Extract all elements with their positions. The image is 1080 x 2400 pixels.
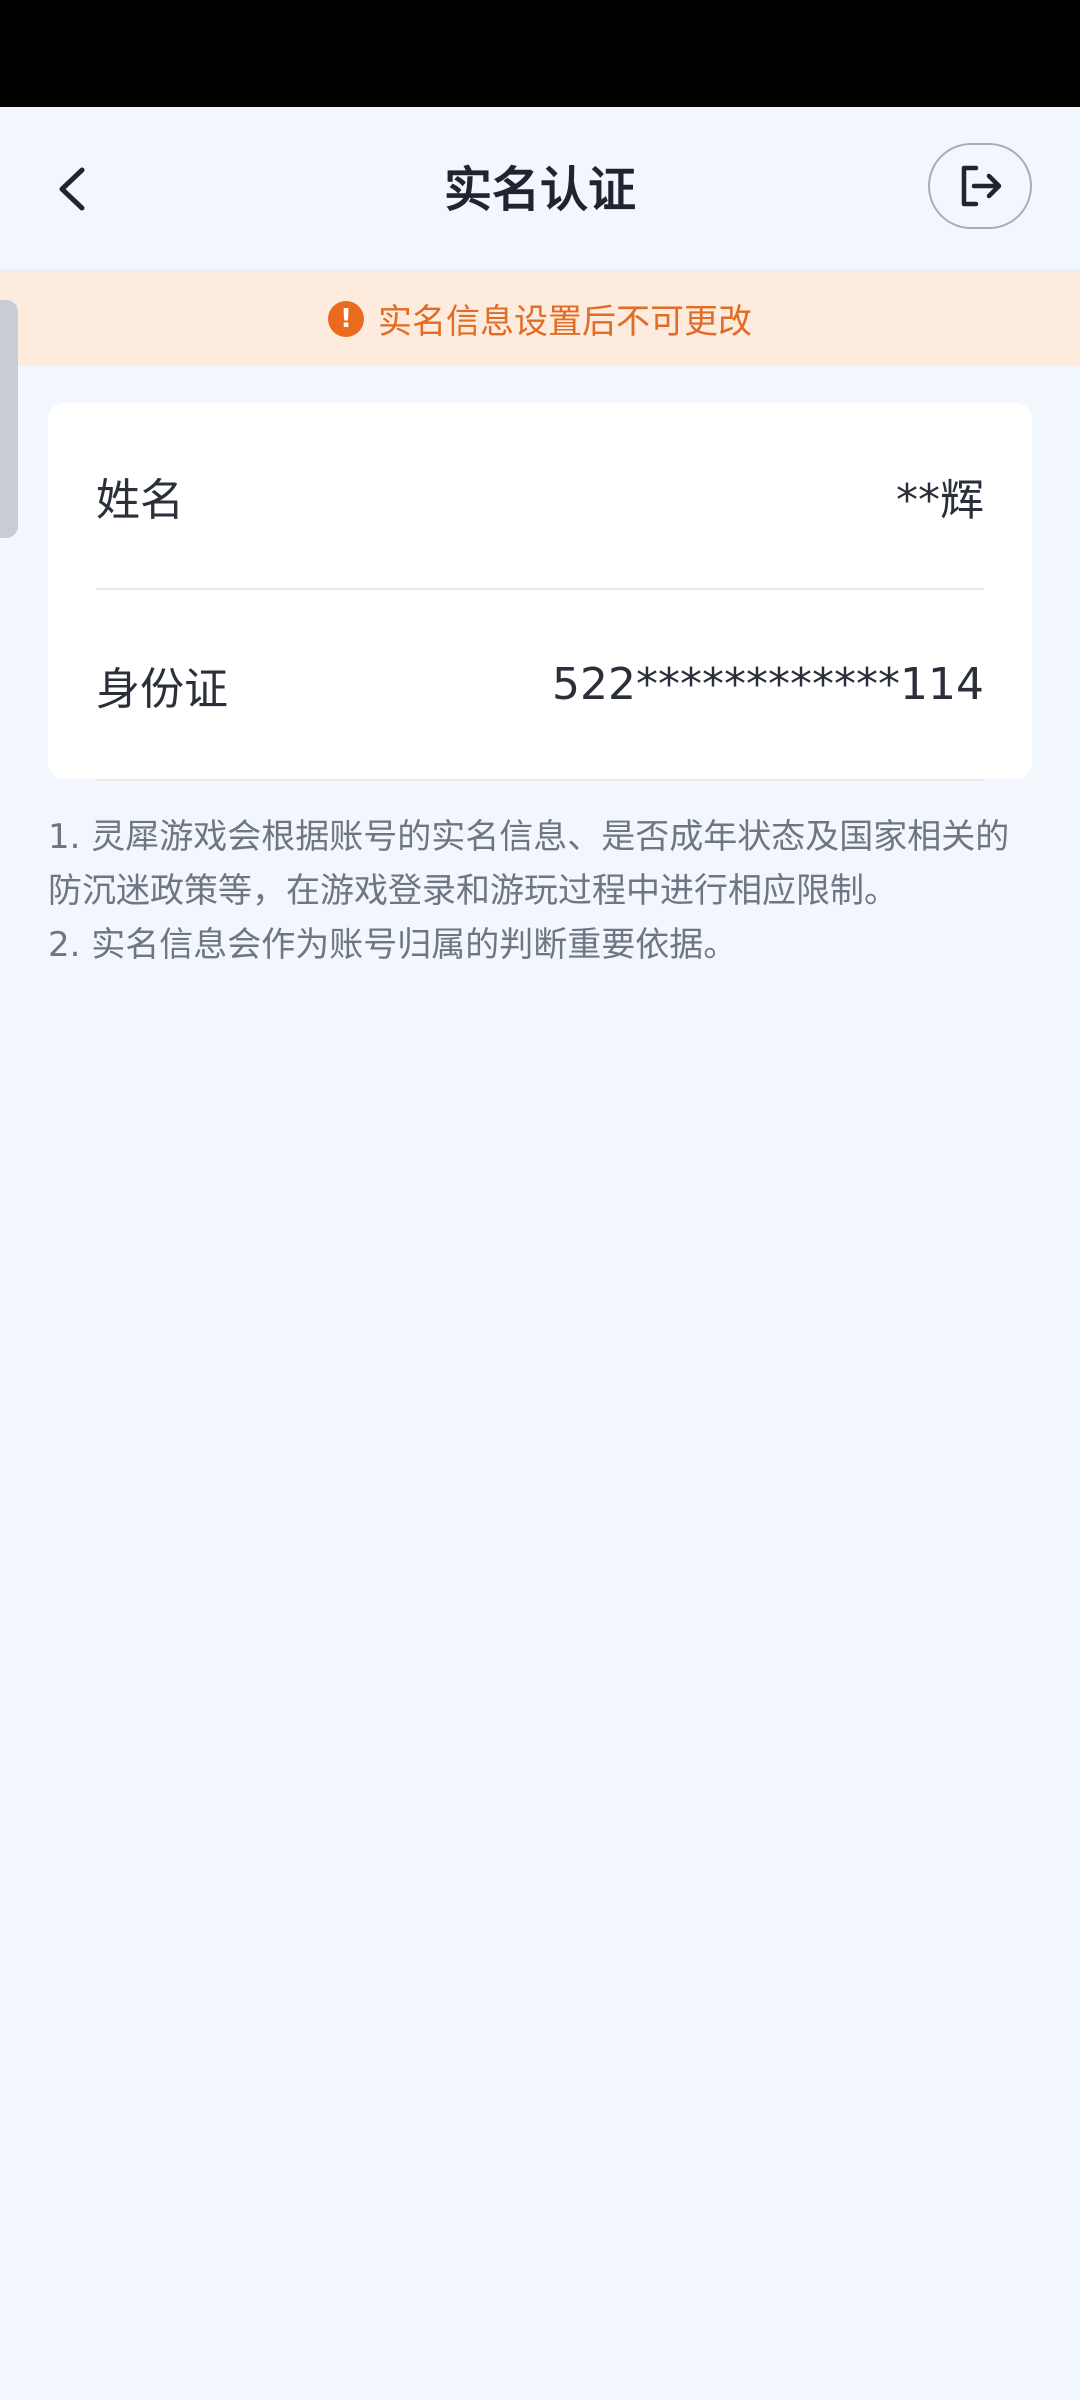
name-label: 姓名 (96, 474, 184, 526)
page-title: 实名认证 (443, 162, 636, 218)
notes-section: 1. 灵犀游戏会根据账号的实名信息、是否成年状态及国家相关的防沉迷政策等，在游戏… (48, 810, 1038, 972)
name-value: **辉 (896, 474, 984, 526)
warning-banner: ! 实名信息设置后不可更改 (0, 271, 1080, 366)
id-card-label: 身份证 (96, 663, 228, 715)
id-card-value: 522************114 (552, 659, 984, 710)
logout-button[interactable] (928, 143, 1032, 229)
logout-icon (961, 165, 1002, 207)
top-nav-bar: 实名认证 (0, 107, 1080, 272)
exclamation-icon: ! (328, 300, 364, 337)
status-bar (0, 0, 1080, 107)
note-item: 1. 灵犀游戏会根据账号的实名信息、是否成年状态及国家相关的防沉迷政策等，在游戏… (48, 817, 1010, 911)
side-drawer-handle[interactable] (0, 300, 18, 538)
warning-text: 实名信息设置后不可更改 (378, 302, 752, 342)
name-row: 姓名 **辉 (96, 403, 984, 590)
id-card-row: 身份证 522************114 (96, 590, 984, 781)
note-item: 2. 实名信息会作为账号归属的判断重要依据。 (48, 925, 738, 965)
identity-card: 姓名 **辉 身份证 522************114 (48, 403, 1032, 781)
